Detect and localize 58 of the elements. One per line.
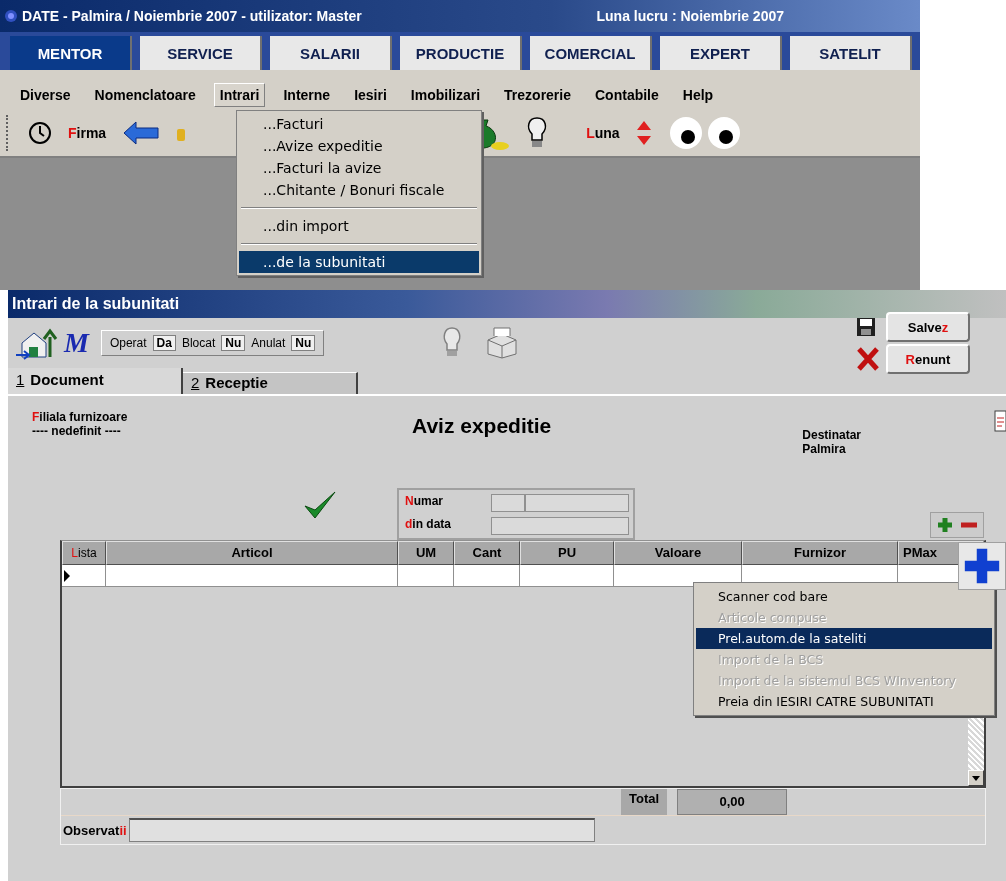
- number-label: Numar: [405, 494, 444, 510]
- module-tab[interactable]: PRODUCTIE: [400, 36, 522, 70]
- flag-value: Da: [152, 335, 176, 351]
- column-header: UM: [398, 541, 454, 565]
- branch-value: ---- nedefinit ----: [32, 424, 122, 438]
- menu-option[interactable]: Prel.autom.de la sateliti: [696, 628, 992, 649]
- recipient-value: Palmira: [802, 442, 847, 456]
- flag-label: Anulat: [251, 336, 286, 350]
- menu-option[interactable]: ...din import: [239, 215, 479, 237]
- document-heading: Aviz expeditie: [412, 414, 552, 439]
- total-label: Total: [621, 789, 668, 815]
- menu-item[interactable]: Imobilizari: [404, 83, 487, 107]
- menu-item[interactable]: Trezorerie: [498, 83, 577, 107]
- menu-option[interactable]: Preia din IESIRI CATRE SUBUNITATI: [696, 691, 992, 712]
- window-title: DATE - Palmira / Noiembrie 2007 - utilizator: Master: [22, 8, 362, 24]
- column-header: Furnizor: [742, 541, 898, 565]
- tab[interactable]: 1 Document: [8, 368, 183, 394]
- column-header: Lista: [62, 541, 106, 565]
- module-tab[interactable]: SALARII: [270, 36, 392, 70]
- tab[interactable]: 2 Receptie: [183, 372, 358, 394]
- module-tab[interactable]: SATELIT: [790, 36, 912, 70]
- column-header: Valoare: [614, 541, 742, 565]
- module-tab[interactable]: EXPERT: [660, 36, 782, 70]
- firma-button[interactable]: Firma: [66, 123, 109, 143]
- menu-item[interactable]: Diverse: [14, 83, 77, 107]
- column-header: Cant: [454, 541, 520, 565]
- branch-label: Filiala furnizoare: [32, 410, 129, 424]
- flag-label: Operat: [109, 336, 147, 350]
- window-title: Intrari de la subunitati: [8, 290, 1006, 318]
- app-logo: M: [64, 327, 89, 359]
- total-value: 0,00: [677, 789, 788, 815]
- flag-value: Nu: [291, 335, 316, 351]
- menu-option[interactable]: ...Facturi la avize: [239, 157, 479, 179]
- save-button[interactable]: Salvez: [886, 312, 970, 342]
- flag-label: Blocat: [181, 336, 216, 350]
- menu-option[interactable]: ...Facturi: [239, 113, 479, 135]
- module-tab[interactable]: MENTOR: [10, 36, 132, 70]
- menu-item[interactable]: Nomenclatoare: [88, 83, 202, 107]
- menu-item[interactable]: Contabile: [589, 83, 665, 107]
- module-tab[interactable]: COMERCIAL: [530, 36, 652, 70]
- recipient-label: Destinatar: [802, 428, 861, 442]
- menu-option[interactable]: ...de la subunitati: [239, 251, 479, 273]
- menu-option[interactable]: ...Avize expeditie: [239, 135, 479, 157]
- flag-value: Nu: [221, 335, 246, 351]
- column-header: Articol: [106, 541, 398, 565]
- notes-label: Observatii: [62, 822, 127, 838]
- menu-item[interactable]: Help: [676, 83, 720, 107]
- menu-item[interactable]: Iesiri: [348, 83, 393, 107]
- module-tab[interactable]: SERVICE: [140, 36, 262, 70]
- work-month-label: Luna lucru : Noiembrie 2007: [595, 8, 785, 24]
- menu-option[interactable]: Scanner cod bare: [696, 586, 992, 607]
- menu-item[interactable]: Intrari: [213, 83, 266, 107]
- cancel-button[interactable]: Renunt: [886, 344, 970, 374]
- luna-button[interactable]: Luna: [584, 123, 622, 143]
- column-header: PU: [520, 541, 614, 565]
- date-label: din data: [405, 517, 452, 533]
- menu-option[interactable]: ...Chitante / Bonuri fiscale: [239, 179, 479, 201]
- menu-item[interactable]: Interne: [277, 83, 337, 107]
